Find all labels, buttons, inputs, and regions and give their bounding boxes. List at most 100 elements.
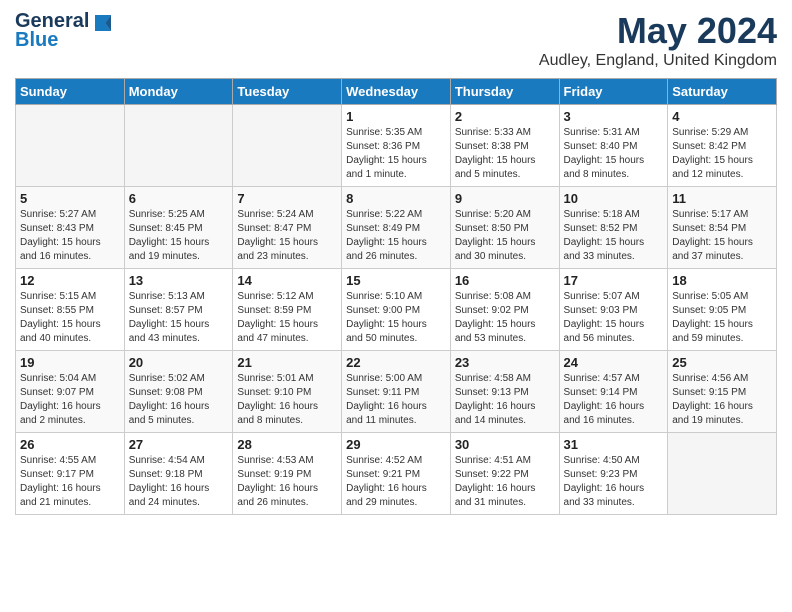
day-info: Sunrise: 5:20 AM Sunset: 8:50 PM Dayligh… (455, 208, 555, 264)
calendar-cell: 20 Sunrise: 5:02 AM Sunset: 9:08 PM Dayli… (124, 351, 233, 433)
day-number: 8 (346, 191, 446, 206)
day-number: 27 (129, 437, 229, 452)
day-number: 11 (672, 191, 772, 206)
day-info: Sunrise: 5:10 AM Sunset: 9:00 PM Dayligh… (346, 290, 446, 346)
calendar-cell: 31 Sunrise: 4:50 AM Sunset: 9:23 PM Dayli… (559, 433, 668, 515)
calendar-cell: 14 Sunrise: 5:12 AM Sunset: 8:59 PM Dayli… (233, 269, 342, 351)
day-info: Sunrise: 4:51 AM Sunset: 9:22 PM Dayligh… (455, 454, 555, 510)
calendar-cell: 24 Sunrise: 4:57 AM Sunset: 9:14 PM Dayli… (559, 351, 668, 433)
day-number: 1 (346, 109, 446, 124)
day-number: 17 (564, 273, 664, 288)
day-info: Sunrise: 4:54 AM Sunset: 9:18 PM Dayligh… (129, 454, 229, 510)
day-number: 25 (672, 355, 772, 370)
day-info: Sunrise: 5:31 AM Sunset: 8:40 PM Dayligh… (564, 126, 664, 182)
day-number: 30 (455, 437, 555, 452)
day-number: 3 (564, 109, 664, 124)
col-header-thursday: Thursday (450, 79, 559, 105)
week-row-4: 19 Sunrise: 5:04 AM Sunset: 9:07 PM Dayli… (16, 351, 777, 433)
calendar-cell: 3 Sunrise: 5:31 AM Sunset: 8:40 PM Daylig… (559, 105, 668, 187)
calendar-cell: 8 Sunrise: 5:22 AM Sunset: 8:49 PM Daylig… (342, 187, 451, 269)
day-number: 19 (20, 355, 120, 370)
calendar-cell: 23 Sunrise: 4:58 AM Sunset: 9:13 PM Dayli… (450, 351, 559, 433)
calendar-cell: 18Sunrise: 5:05 AM Sunset: 9:05 PM Dayli… (668, 269, 777, 351)
logo-blue: Blue (15, 29, 58, 52)
day-number: 16 (455, 273, 555, 288)
calendar-cell: 17 Sunrise: 5:07 AM Sunset: 9:03 PM Dayli… (559, 269, 668, 351)
day-number: 13 (129, 273, 229, 288)
week-row-1: 1 Sunrise: 5:35 AM Sunset: 8:36 PM Daylig… (16, 105, 777, 187)
calendar-cell: 29Sunrise: 4:52 AM Sunset: 9:21 PM Dayli… (342, 433, 451, 515)
day-number: 31 (564, 437, 664, 452)
day-number: 23 (455, 355, 555, 370)
calendar-cell: 25 Sunrise: 4:56 AM Sunset: 9:15 PM Dayli… (668, 351, 777, 433)
calendar-cell: 30 Sunrise: 4:51 AM Sunset: 9:22 PM Dayli… (450, 433, 559, 515)
calendar-cell: 10 Sunrise: 5:18 AM Sunset: 8:52 PM Dayli… (559, 187, 668, 269)
day-info: Sunrise: 5:00 AM Sunset: 9:11 PM Dayligh… (346, 372, 446, 428)
week-row-5: 26Sunrise: 4:55 AM Sunset: 9:17 PM Dayli… (16, 433, 777, 515)
day-info: Sunrise: 5:04 AM Sunset: 9:07 PM Dayligh… (20, 372, 120, 428)
col-header-friday: Friday (559, 79, 668, 105)
day-info: Sunrise: 4:56 AM Sunset: 9:15 PM Dayligh… (672, 372, 772, 428)
day-info: Sunrise: 5:12 AM Sunset: 8:59 PM Dayligh… (237, 290, 337, 346)
calendar-cell (668, 433, 777, 515)
calendar-cell: 6 Sunrise: 5:25 AM Sunset: 8:45 PM Daylig… (124, 187, 233, 269)
calendar-cell: 9 Sunrise: 5:20 AM Sunset: 8:50 PM Daylig… (450, 187, 559, 269)
day-number: 24 (564, 355, 664, 370)
day-number: 7 (237, 191, 337, 206)
day-info: Sunrise: 5:27 AM Sunset: 8:43 PM Dayligh… (20, 208, 120, 264)
day-info: Sunrise: 4:50 AM Sunset: 9:23 PM Dayligh… (564, 454, 664, 510)
day-number: 9 (455, 191, 555, 206)
header: General Blue May 2024 Audley, England, U… (15, 10, 777, 70)
day-number: 14 (237, 273, 337, 288)
day-info: Sunrise: 5:25 AM Sunset: 8:45 PM Dayligh… (129, 208, 229, 264)
col-header-sunday: Sunday (16, 79, 125, 105)
day-number: 15 (346, 273, 446, 288)
calendar-cell (233, 105, 342, 187)
calendar-cell: 12Sunrise: 5:15 AM Sunset: 8:55 PM Dayli… (16, 269, 125, 351)
day-number: 10 (564, 191, 664, 206)
col-header-monday: Monday (124, 79, 233, 105)
week-row-2: 5Sunrise: 5:27 AM Sunset: 8:43 PM Daylig… (16, 187, 777, 269)
col-header-saturday: Saturday (668, 79, 777, 105)
calendar-cell: 1 Sunrise: 5:35 AM Sunset: 8:36 PM Daylig… (342, 105, 451, 187)
calendar-cell: 21Sunrise: 5:01 AM Sunset: 9:10 PM Dayli… (233, 351, 342, 433)
day-info: Sunrise: 5:18 AM Sunset: 8:52 PM Dayligh… (564, 208, 664, 264)
day-number: 4 (672, 109, 772, 124)
day-info: Sunrise: 5:01 AM Sunset: 9:10 PM Dayligh… (237, 372, 337, 428)
day-info: Sunrise: 4:53 AM Sunset: 9:19 PM Dayligh… (237, 454, 337, 510)
title-block: May 2024 Audley, England, United Kingdom (539, 10, 777, 70)
day-number: 28 (237, 437, 337, 452)
day-info: Sunrise: 5:35 AM Sunset: 8:36 PM Dayligh… (346, 126, 446, 182)
day-info: Sunrise: 5:17 AM Sunset: 8:54 PM Dayligh… (672, 208, 772, 264)
day-number: 22 (346, 355, 446, 370)
calendar-table: SundayMondayTuesdayWednesdayThursdayFrid… (15, 78, 777, 515)
day-info: Sunrise: 4:58 AM Sunset: 9:13 PM Dayligh… (455, 372, 555, 428)
page: General Blue May 2024 Audley, England, U… (0, 0, 792, 525)
day-number: 29 (346, 437, 446, 452)
calendar-cell: 15 Sunrise: 5:10 AM Sunset: 9:00 PM Dayli… (342, 269, 451, 351)
calendar-cell: 16Sunrise: 5:08 AM Sunset: 9:02 PM Dayli… (450, 269, 559, 351)
week-row-3: 12Sunrise: 5:15 AM Sunset: 8:55 PM Dayli… (16, 269, 777, 351)
calendar-cell: 4Sunrise: 5:29 AM Sunset: 8:42 PM Daylig… (668, 105, 777, 187)
calendar-cell: 7Sunrise: 5:24 AM Sunset: 8:47 PM Daylig… (233, 187, 342, 269)
day-info: Sunrise: 5:13 AM Sunset: 8:57 PM Dayligh… (129, 290, 229, 346)
calendar-cell (124, 105, 233, 187)
day-info: Sunrise: 5:07 AM Sunset: 9:03 PM Dayligh… (564, 290, 664, 346)
logo: General Blue (15, 10, 113, 52)
day-info: Sunrise: 5:02 AM Sunset: 9:08 PM Dayligh… (129, 372, 229, 428)
calendar-cell: 11 Sunrise: 5:17 AM Sunset: 8:54 PM Dayli… (668, 187, 777, 269)
calendar-cell: 2Sunrise: 5:33 AM Sunset: 8:38 PM Daylig… (450, 105, 559, 187)
day-info: Sunrise: 5:22 AM Sunset: 8:49 PM Dayligh… (346, 208, 446, 264)
month-year: May 2024 (539, 10, 777, 52)
calendar-cell: 26Sunrise: 4:55 AM Sunset: 9:17 PM Dayli… (16, 433, 125, 515)
col-header-tuesday: Tuesday (233, 79, 342, 105)
day-info: Sunrise: 5:33 AM Sunset: 8:38 PM Dayligh… (455, 126, 555, 182)
day-info: Sunrise: 4:57 AM Sunset: 9:14 PM Dayligh… (564, 372, 664, 428)
day-number: 6 (129, 191, 229, 206)
day-number: 12 (20, 273, 120, 288)
day-info: Sunrise: 5:05 AM Sunset: 9:05 PM Dayligh… (672, 290, 772, 346)
calendar-cell: 5Sunrise: 5:27 AM Sunset: 8:43 PM Daylig… (16, 187, 125, 269)
day-number: 20 (129, 355, 229, 370)
logo-flag-icon (91, 13, 113, 31)
day-number: 26 (20, 437, 120, 452)
